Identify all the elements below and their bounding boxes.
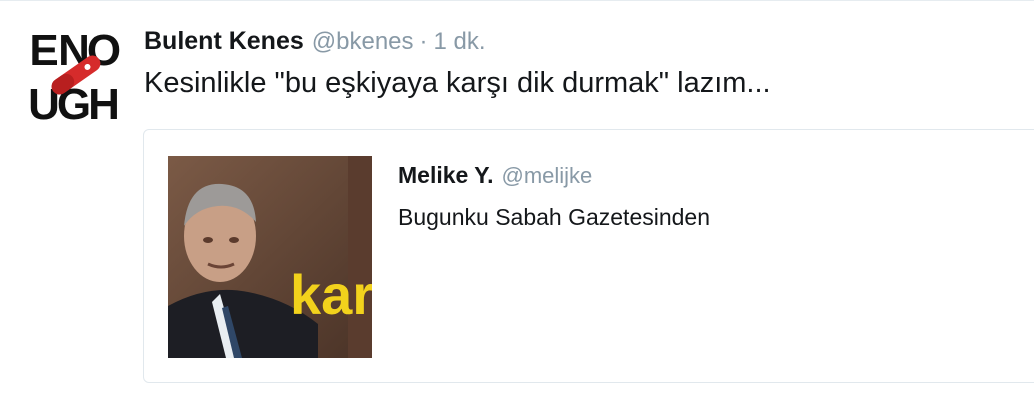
tweet-timestamp[interactable]: 1 dk. bbox=[434, 28, 486, 56]
tweet-text: Kesinlikle "bu eşkiyaya karşı dik durmak… bbox=[144, 67, 771, 99]
author-handle[interactable]: @bkenes bbox=[312, 28, 414, 56]
avatar[interactable]: E N O U G H bbox=[28, 25, 121, 129]
quoted-tweet-header: Melike Y. @melijke bbox=[398, 162, 592, 189]
quoted-author-name[interactable]: Melike Y. bbox=[398, 162, 493, 189]
quoted-author-handle[interactable]: @melijke bbox=[501, 163, 592, 189]
newspaper-photo-icon: kar bbox=[168, 156, 372, 358]
avatar-letter-6: H bbox=[88, 80, 120, 123]
avatar-letter-1: E bbox=[29, 26, 58, 75]
tweet[interactable]: E N O U G H Bulent Kenes @bkenes · 1 dk.… bbox=[0, 0, 1034, 400]
quoted-tweet-text: Bugunku Sabah Gazetesinden bbox=[398, 204, 711, 230]
quoted-tweet-card[interactable]: kar Melike Y. @melijke Bugunku Sabah Gaz… bbox=[143, 129, 1034, 383]
enough-logo-icon: E N O U G H bbox=[28, 25, 121, 129]
author-name[interactable]: Bulent Kenes bbox=[144, 27, 304, 56]
tweet-header: Bulent Kenes @bkenes · 1 dk. bbox=[144, 27, 486, 59]
quoted-tweet-image[interactable]: kar bbox=[168, 156, 372, 358]
media-headline-text: kar bbox=[290, 263, 372, 326]
header-separator: · bbox=[419, 28, 428, 55]
